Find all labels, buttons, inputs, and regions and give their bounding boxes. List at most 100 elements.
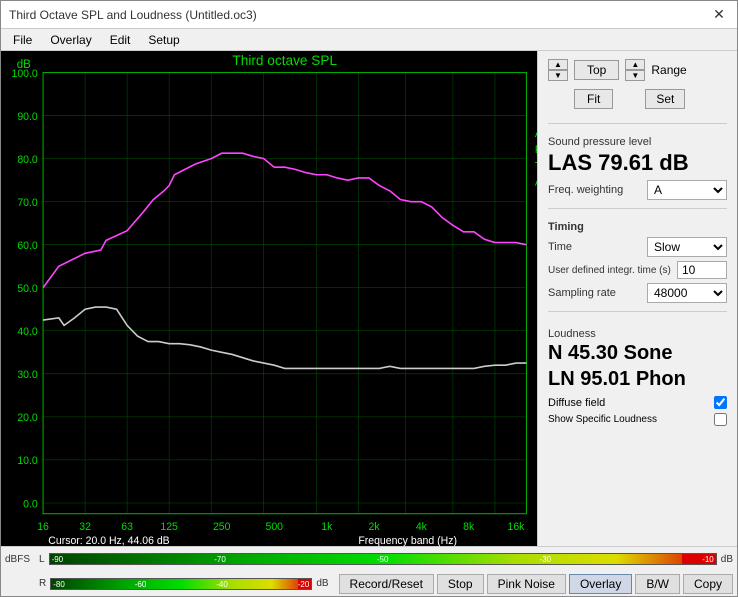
top-spinner: ▲ ▼ bbox=[548, 59, 568, 81]
user-defined-row: User defined integr. time (s) bbox=[548, 261, 727, 279]
svg-text:30.0: 30.0 bbox=[17, 369, 38, 381]
svg-text:250: 250 bbox=[213, 521, 231, 533]
svg-text:R: R bbox=[535, 144, 537, 156]
svg-text:16: 16 bbox=[37, 521, 49, 533]
timing-section: Timing Time Slow Fast Impulse User defin… bbox=[548, 221, 727, 303]
side-panel: ▲ ▼ Top ▲ ▼ Range Fit Set Sou bbox=[537, 51, 737, 546]
set-button[interactable]: Set bbox=[645, 89, 685, 109]
main-content: 100.0 90.0 80.0 70.0 60.0 50.0 40.0 30.0… bbox=[1, 51, 737, 546]
svg-text:70.0: 70.0 bbox=[17, 197, 38, 209]
freq-weighting-select[interactable]: A B C Z bbox=[647, 180, 727, 200]
meter-row-right: R -80 -60 -40 -20 dB Record/Reset Stop bbox=[1, 571, 737, 596]
show-specific-label: Show Specific Loudness bbox=[548, 414, 657, 425]
user-defined-input[interactable] bbox=[677, 261, 727, 279]
close-button[interactable]: ✕ bbox=[709, 5, 729, 25]
sampling-rate-label: Sampling rate bbox=[548, 287, 647, 299]
svg-text:dB: dB bbox=[17, 58, 31, 71]
show-specific-checkbox[interactable] bbox=[714, 413, 727, 426]
svg-text:500: 500 bbox=[265, 521, 283, 533]
db-label-right2: dB bbox=[316, 578, 328, 589]
svg-text:40.0: 40.0 bbox=[17, 326, 38, 338]
spl-value: LAS 79.61 dB bbox=[548, 150, 727, 176]
svg-text:32: 32 bbox=[79, 521, 91, 533]
top-spin-down[interactable]: ▼ bbox=[548, 70, 568, 81]
action-buttons: Record/Reset Stop Pink Noise Overlay B/W… bbox=[339, 571, 733, 596]
timing-section-label: Timing bbox=[548, 221, 727, 233]
dbfs-label: dBFS bbox=[5, 554, 37, 565]
main-window: Third Octave SPL and Loudness (Untitled.… bbox=[0, 0, 738, 597]
diffuse-field-checkbox[interactable] bbox=[714, 396, 727, 409]
top-fit-range-controls: ▲ ▼ Top ▲ ▼ Range bbox=[548, 59, 727, 81]
range-spin-up[interactable]: ▲ bbox=[625, 59, 645, 70]
record-reset-button[interactable]: Record/Reset bbox=[339, 574, 434, 594]
svg-text:60.0: 60.0 bbox=[17, 240, 38, 252]
svg-text:8k: 8k bbox=[463, 521, 475, 533]
title-bar: Third Octave SPL and Loudness (Untitled.… bbox=[1, 1, 737, 29]
spl-section: Sound pressure level LAS 79.61 dB Freq. … bbox=[548, 136, 727, 200]
fit-button[interactable]: Fit bbox=[574, 89, 613, 109]
bw-button[interactable]: B/W bbox=[635, 574, 680, 594]
sampling-rate-row: Sampling rate 48000 44100 96000 bbox=[548, 283, 727, 303]
bottom-bar: dBFS L -90 -70 -50 -30 -10 dB bbox=[1, 546, 737, 596]
db-label-right: dB bbox=[721, 554, 733, 565]
chart-area: 100.0 90.0 80.0 70.0 60.0 50.0 40.0 30.0… bbox=[1, 51, 537, 546]
time-label: Time bbox=[548, 241, 647, 253]
svg-text:63: 63 bbox=[121, 521, 133, 533]
divider-2 bbox=[548, 208, 727, 209]
svg-text:2k: 2k bbox=[369, 521, 381, 533]
copy-button[interactable]: Copy bbox=[683, 574, 733, 594]
svg-text:Third octave SPL: Third octave SPL bbox=[232, 52, 337, 68]
spl-section-label: Sound pressure level bbox=[548, 136, 727, 148]
diffuse-field-row: Diffuse field bbox=[548, 396, 727, 409]
svg-text:125: 125 bbox=[160, 521, 178, 533]
time-select[interactable]: Slow Fast Impulse bbox=[647, 237, 727, 257]
svg-text:10.0: 10.0 bbox=[17, 455, 38, 467]
svg-text:0.0: 0.0 bbox=[23, 498, 38, 510]
pink-noise-button[interactable]: Pink Noise bbox=[487, 574, 566, 594]
svg-text:50.0: 50.0 bbox=[17, 283, 38, 295]
svg-text:Frequency band (Hz): Frequency band (Hz) bbox=[358, 535, 457, 546]
chart-svg: 100.0 90.0 80.0 70.0 60.0 50.0 40.0 30.0… bbox=[1, 51, 537, 546]
meter-bar-left: -90 -70 -50 -30 -10 bbox=[49, 553, 717, 565]
freq-weighting-row: Freq. weighting A B C Z bbox=[548, 180, 727, 200]
show-specific-row: Show Specific Loudness bbox=[548, 413, 727, 426]
diffuse-field-label: Diffuse field bbox=[548, 397, 605, 409]
svg-text:Cursor: 20.0 Hz, 44.06 dB: Cursor: 20.0 Hz, 44.06 dB bbox=[48, 535, 169, 546]
meter-bar-right: -80 -60 -40 -20 bbox=[50, 578, 312, 590]
range-spin-down[interactable]: ▼ bbox=[625, 70, 645, 81]
menu-edit[interactable]: Edit bbox=[102, 31, 139, 49]
meter-row-left: dBFS L -90 -70 -50 -30 -10 dB bbox=[1, 547, 737, 571]
divider-1 bbox=[548, 123, 727, 124]
svg-text:A: A bbox=[535, 128, 537, 140]
loudness-section-label: Loudness bbox=[548, 328, 727, 340]
range-label: Range bbox=[651, 63, 686, 77]
menu-setup[interactable]: Setup bbox=[140, 31, 187, 49]
right-channel-label: R bbox=[39, 578, 46, 589]
menu-file[interactable]: File bbox=[5, 31, 40, 49]
svg-text:20.0: 20.0 bbox=[17, 412, 38, 424]
svg-text:A: A bbox=[535, 176, 537, 188]
range-spinner: ▲ ▼ bbox=[625, 59, 645, 81]
svg-text:4k: 4k bbox=[416, 521, 428, 533]
top-button[interactable]: Top bbox=[574, 60, 619, 80]
svg-text:1k: 1k bbox=[321, 521, 333, 533]
left-channel-label: L bbox=[39, 554, 45, 565]
loudness-section: Loudness N 45.30 Sone LN 95.01 Phon Diff… bbox=[548, 328, 727, 426]
divider-3 bbox=[548, 311, 727, 312]
menu-bar: File Overlay Edit Setup bbox=[1, 29, 737, 51]
window-title: Third Octave SPL and Loudness (Untitled.… bbox=[9, 8, 257, 22]
svg-text:T: T bbox=[535, 160, 537, 172]
svg-text:16k: 16k bbox=[508, 521, 526, 533]
sampling-rate-select[interactable]: 48000 44100 96000 bbox=[647, 283, 727, 303]
menu-overlay[interactable]: Overlay bbox=[42, 31, 99, 49]
user-defined-label: User defined integr. time (s) bbox=[548, 265, 677, 276]
overlay-button[interactable]: Overlay bbox=[569, 574, 632, 594]
freq-weighting-label: Freq. weighting bbox=[548, 184, 647, 196]
svg-text:80.0: 80.0 bbox=[17, 154, 38, 166]
fit-set-controls: Fit Set bbox=[548, 89, 727, 109]
time-row: Time Slow Fast Impulse bbox=[548, 237, 727, 257]
svg-text:90.0: 90.0 bbox=[17, 111, 38, 123]
top-spin-up[interactable]: ▲ bbox=[548, 59, 568, 70]
stop-button[interactable]: Stop bbox=[437, 574, 484, 594]
loudness-n-value: N 45.30 Sone LN 95.01 Phon bbox=[548, 340, 727, 392]
